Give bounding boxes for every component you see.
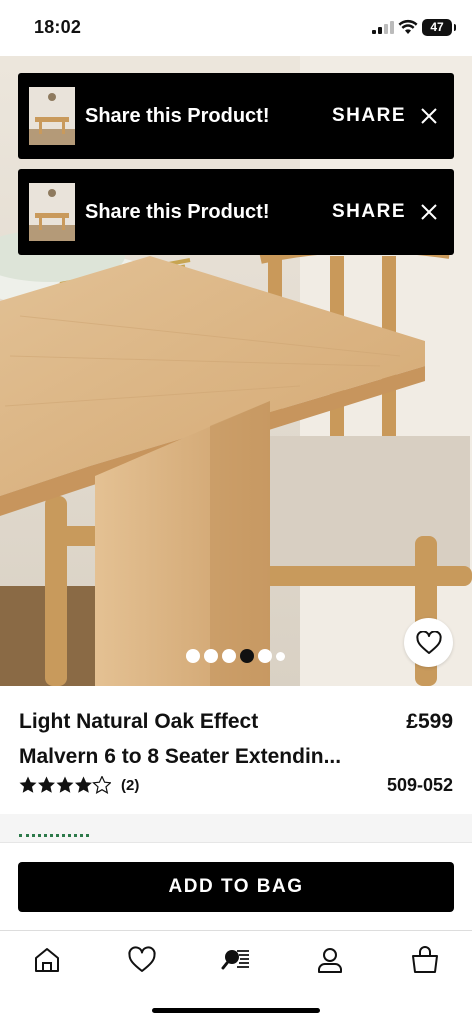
carousel-dot[interactable]: [186, 649, 200, 663]
product-rating[interactable]: (2): [19, 776, 139, 794]
carousel-dots: [186, 649, 285, 663]
status-time: 18:02: [34, 17, 82, 37]
share-banner-title: Share this Product!: [85, 104, 270, 127]
section-divider: [0, 814, 472, 842]
carousel-dot[interactable]: [222, 649, 236, 663]
home-icon[interactable]: [32, 945, 62, 975]
heart-icon: [415, 630, 442, 654]
product-title-line1: Light Natural Oak Effect: [19, 710, 259, 733]
product-thumbnail: [29, 183, 75, 241]
share-button[interactable]: SHARE: [332, 201, 406, 223]
share-banner-title: Share this Product!: [85, 200, 270, 223]
share-banner: Share this Product! SHARE: [18, 73, 454, 159]
close-icon[interactable]: [420, 107, 438, 125]
status-bar: 18:02 47: [0, 0, 472, 56]
favourite-button[interactable]: [404, 618, 453, 667]
search-list-icon[interactable]: [221, 945, 251, 975]
share-button[interactable]: SHARE: [332, 105, 406, 127]
carousel-dot[interactable]: [258, 649, 272, 663]
product-title-line2: Malvern 6 to 8 Seater Extendin...: [19, 745, 342, 768]
product-info: Light Natural Oak Effect Malvern 6 to 8 …: [0, 686, 472, 814]
carousel-dot[interactable]: [276, 651, 285, 661]
product-price: £599: [406, 710, 453, 733]
partially-hidden-text: [19, 834, 89, 837]
home-indicator[interactable]: [152, 1008, 320, 1013]
heart-icon[interactable]: [127, 945, 157, 975]
star-rating-icon: [19, 776, 111, 794]
share-banner: Share this Product! SHARE: [18, 169, 454, 255]
battery-indicator: 47: [422, 19, 456, 36]
product-thumbnail: [29, 87, 75, 145]
bag-icon[interactable]: [410, 945, 440, 975]
account-icon[interactable]: [315, 945, 345, 975]
signal-icon: [372, 21, 394, 34]
close-icon[interactable]: [420, 203, 438, 221]
review-count: (2): [121, 776, 140, 794]
wifi-icon: [398, 19, 418, 34]
carousel-dot-active[interactable]: [240, 649, 254, 663]
add-to-bag-bar: ADD TO BAG: [0, 842, 472, 930]
add-to-bag-button[interactable]: ADD TO BAG: [18, 862, 454, 912]
carousel-dot[interactable]: [204, 649, 218, 663]
product-title: Light Natural Oak Effect Malvern 6 to 8 …: [19, 704, 389, 774]
product-sku: 509-052: [386, 775, 453, 795]
